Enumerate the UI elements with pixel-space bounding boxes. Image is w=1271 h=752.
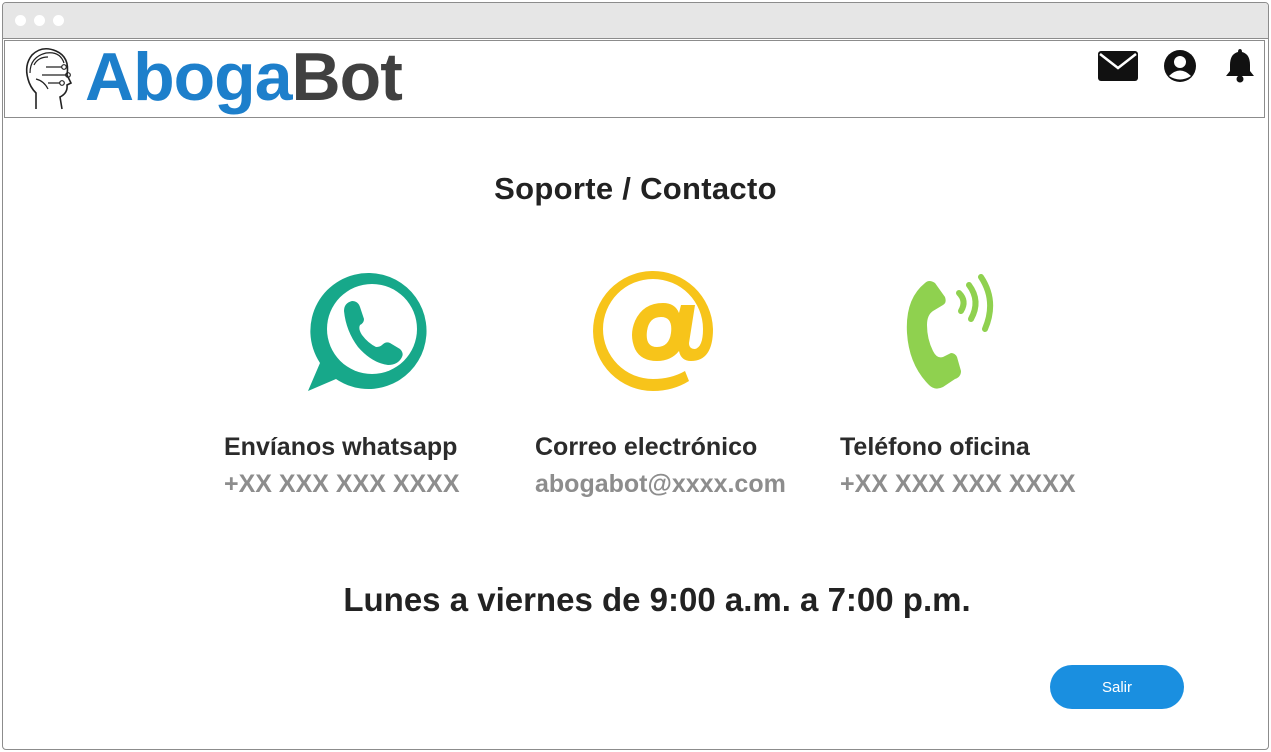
email-label: Correo electrónico [535, 433, 758, 461]
window-dot-icon [53, 15, 64, 26]
phone-label: Teléfono oficina [840, 433, 1030, 461]
phone-icon[interactable] [899, 269, 999, 393]
logo-text-secondary: Bot [291, 39, 403, 115]
bell-icon[interactable] [1225, 47, 1255, 83]
app-logo[interactable]: AbogaBot [85, 37, 403, 117]
phone-number[interactable]: +XX XXX XXX XXXX [840, 470, 1076, 499]
app-header: AbogaBot [4, 37, 1265, 118]
whatsapp-label: Envíanos whatsapp [224, 433, 458, 461]
user-account-icon[interactable] [1163, 49, 1197, 83]
whatsapp-icon[interactable] [306, 267, 434, 395]
brain-head-logo-icon [25, 47, 73, 110]
mail-icon[interactable] [1098, 51, 1138, 81]
office-hours: Lunes a viernes de 9:00 a.m. a 7:00 p.m. [343, 581, 971, 618]
browser-window: AbogaBot Soporte / Contacto Envíanos wha… [2, 2, 1269, 750]
exit-button[interactable]: Salir [1050, 665, 1184, 709]
at-sign-icon[interactable] [591, 269, 717, 393]
email-address[interactable]: abogabot@xxxx.com [535, 470, 786, 499]
whatsapp-number[interactable]: +XX XXX XXX XXXX [224, 470, 460, 499]
window-dot-icon [34, 15, 45, 26]
logo-text-primary: Aboga [85, 39, 293, 115]
window-titlebar [3, 3, 1268, 39]
window-dot-icon [15, 15, 26, 26]
page-title: Soporte / Contacto [494, 171, 777, 206]
